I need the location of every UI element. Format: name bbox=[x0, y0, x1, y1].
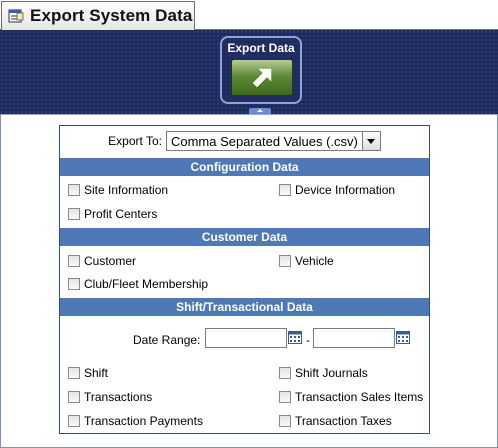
checkbox-box[interactable] bbox=[68, 367, 80, 379]
content-frame-left bbox=[0, 114, 1, 448]
checkbox-transactions[interactable]: Transactions bbox=[68, 389, 152, 405]
checkbox-label: Customer bbox=[84, 254, 137, 268]
checkbox-profit-centers[interactable]: Profit Centers bbox=[68, 206, 157, 222]
checkbox-box[interactable] bbox=[68, 255, 80, 267]
chevron-down-icon[interactable] bbox=[361, 132, 380, 150]
content-frame-top bbox=[0, 114, 498, 115]
checkbox-site-information[interactable]: Site Information bbox=[68, 182, 168, 198]
window-title: Export System Data bbox=[30, 6, 193, 25]
export-to-row: Export To: Comma Separated Values (.csv) bbox=[60, 126, 429, 156]
checkbox-transaction-taxes[interactable]: Transaction Taxes bbox=[279, 413, 392, 429]
toolbar: Export Data bbox=[0, 30, 498, 114]
export-options-panel: Export To: Comma Separated Values (.csv)… bbox=[59, 125, 430, 434]
checkbox-shift-journals[interactable]: Shift Journals bbox=[279, 365, 368, 381]
checkbox-label: Transactions bbox=[84, 390, 153, 404]
tab-export-system-data[interactable]: Export System Data bbox=[1, 1, 195, 30]
checkbox-label: Transaction Sales Items bbox=[295, 390, 424, 404]
collapse-up-icon bbox=[257, 109, 263, 112]
form-icon bbox=[8, 9, 24, 23]
checkbox-box[interactable] bbox=[68, 184, 80, 196]
checkbox-label: Shift Journals bbox=[295, 366, 368, 380]
checkbox-label: Transaction Payments bbox=[84, 414, 203, 428]
checkbox-label: Shift bbox=[84, 366, 109, 380]
checkbox-box[interactable] bbox=[68, 415, 80, 427]
checkbox-transaction-sales-items[interactable]: Transaction Sales Items bbox=[279, 389, 423, 405]
checkbox-box[interactable] bbox=[279, 415, 291, 427]
calendar-icon[interactable] bbox=[288, 331, 302, 344]
export-format-select[interactable]: Comma Separated Values (.csv) bbox=[165, 131, 381, 151]
checkbox-club-fleet-membership[interactable]: Club/Fleet Membership bbox=[68, 276, 208, 292]
checkbox-label: Device Information bbox=[295, 183, 396, 197]
export-button-face[interactable] bbox=[231, 59, 293, 96]
date-range-separator: - bbox=[306, 333, 310, 347]
checkbox-box[interactable] bbox=[68, 208, 80, 220]
tab-strip: Export System Data bbox=[0, 0, 498, 30]
calendar-icon[interactable] bbox=[396, 331, 410, 344]
checkbox-box[interactable] bbox=[68, 391, 80, 403]
checkbox-label: Profit Centers bbox=[84, 207, 158, 221]
checkbox-label: Vehicle bbox=[295, 254, 334, 268]
arrow-up-right-icon bbox=[252, 68, 272, 87]
date-range-label: Date Range: bbox=[133, 333, 201, 347]
export-format-value: Comma Separated Values (.csv) bbox=[170, 133, 358, 149]
date-to-input[interactable] bbox=[313, 328, 395, 348]
checkbox-label: Club/Fleet Membership bbox=[84, 277, 209, 291]
checkbox-shift[interactable]: Shift bbox=[68, 365, 108, 381]
checkbox-device-information[interactable]: Device Information bbox=[279, 182, 395, 198]
date-from-input[interactable] bbox=[205, 328, 287, 348]
checkbox-box[interactable] bbox=[279, 391, 291, 403]
checkbox-customer[interactable]: Customer bbox=[68, 253, 136, 269]
checkbox-box[interactable] bbox=[68, 278, 80, 290]
checkbox-label: Transaction Taxes bbox=[295, 414, 392, 428]
export-to-label: Export To: bbox=[108, 134, 162, 148]
export-data-label: Export Data bbox=[227, 41, 295, 55]
checkbox-box[interactable] bbox=[279, 367, 291, 379]
checkbox-vehicle[interactable]: Vehicle bbox=[279, 253, 334, 269]
export-data-button[interactable]: Export Data bbox=[220, 36, 302, 104]
section-header-customer: Customer Data bbox=[60, 228, 429, 246]
date-range-row: Date Range: - bbox=[60, 327, 429, 351]
section-header-configuration: Configuration Data bbox=[60, 158, 429, 176]
checkbox-box[interactable] bbox=[279, 255, 291, 267]
checkbox-transaction-payments[interactable]: Transaction Payments bbox=[68, 413, 203, 429]
checkbox-box[interactable] bbox=[279, 184, 291, 196]
section-header-shift-transactional: Shift/Transactional Data bbox=[60, 298, 429, 316]
checkbox-label: Site Information bbox=[84, 183, 169, 197]
